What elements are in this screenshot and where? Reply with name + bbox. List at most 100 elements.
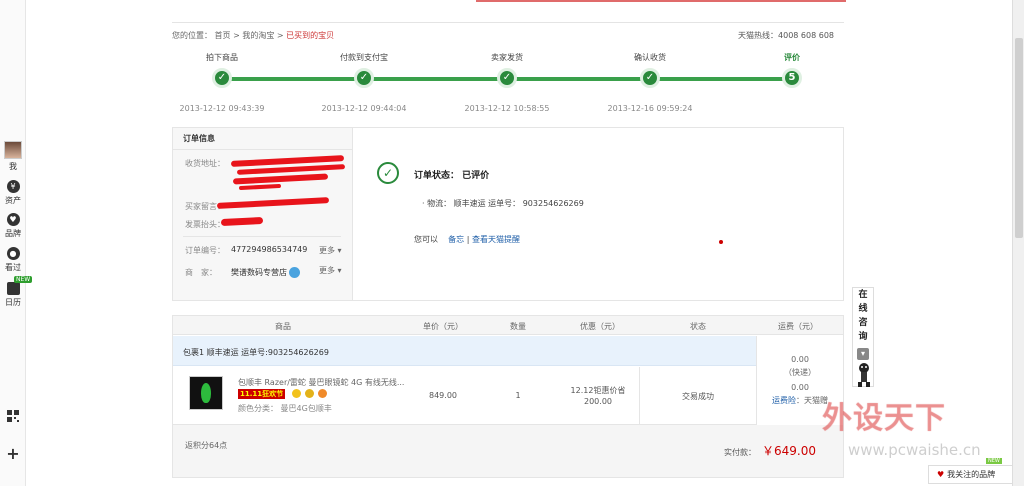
badge-icon [292, 389, 301, 398]
memo-link[interactable]: 备忘 [448, 235, 464, 244]
table-footer: 返积分64点 实付款： ￥649.00 [173, 425, 843, 477]
divider [639, 367, 640, 425]
order-info-title: 订单信息 [173, 128, 352, 150]
product-image[interactable] [189, 376, 223, 410]
table-row: 包顺丰 Razer/雷蛇 曼巴眼镜蛇 4G 有线无线... 11.11狂欢节 颜… [173, 367, 756, 425]
breadcrumb-home[interactable]: 首页 [215, 31, 231, 40]
calendar-icon [6, 282, 20, 295]
discount-note: 12.12钜惠价省 [570, 386, 626, 395]
paid-label: 实付款： [724, 448, 756, 457]
header-divider [172, 22, 844, 23]
col-product: 商品 [275, 322, 291, 331]
step-check-icon: ✓ [640, 68, 660, 88]
divider [183, 236, 341, 237]
red-dot [719, 240, 723, 244]
tmall-reminder-link[interactable]: 查看天猫提醒 [472, 235, 520, 244]
product-sku: 颜色分类： 曼巴4G包顺丰 [238, 404, 332, 413]
step-time-3: 2013-12-12 10:58:55 [464, 104, 550, 113]
followed-brands-button[interactable]: ♥ 我关注的品牌 [928, 465, 1014, 484]
plus-icon: + [6, 444, 20, 463]
step-label-2: 付款到支付宝 [340, 53, 388, 62]
col-status: 状态 [690, 322, 706, 331]
package-row: 包裹1 顺丰速运 运单号:903254626269 [173, 336, 756, 366]
merchant-label: 商 家： [185, 268, 217, 277]
order-no: 477294986534749 [231, 245, 308, 254]
order-progress: 拍下商品 付款到支付宝 卖家发货 确认收货 评价 ✓ ✓ ✓ ✓ 5 2013-… [172, 50, 844, 120]
heart-icon: ♥ [6, 213, 20, 226]
avatar [4, 141, 22, 159]
order-info-panel: 订单信息 收货地址： 买家留言： 发票抬头： 订单编号： 47729498653… [172, 127, 844, 301]
sidebar-item-me[interactable]: 我 [1, 141, 25, 172]
breadcrumb: 您的位置： 首页 > 我的淘宝 > 已买到的宝贝 [172, 31, 335, 40]
qrcode-icon [7, 410, 19, 422]
step-check-icon: ✓ [212, 68, 232, 88]
sidebar-item-assets[interactable]: ¥ 资产 [1, 180, 25, 206]
chat-icon[interactable] [289, 267, 300, 278]
sidebar-item-viewed[interactable]: ● 看过 [1, 247, 25, 273]
new-badge: NEW [986, 458, 1002, 464]
trade-status: 交易成功 [682, 392, 714, 401]
eye-icon: ● [6, 247, 20, 260]
check-circle-icon: ✓ [377, 162, 399, 184]
step-label-5: 评价 [784, 53, 800, 62]
promo-tag: 11.11狂欢节 [238, 389, 286, 399]
scrollbar-thumb[interactable] [1015, 38, 1023, 238]
unit-price: 849.00 [429, 391, 457, 400]
product-name-link[interactable]: 包顺丰 Razer/雷蛇 曼巴眼镜蛇 4G 有线无线... [238, 377, 408, 388]
quantity: 1 [515, 391, 521, 400]
points-info: 返积分64点 [185, 441, 228, 450]
order-no-label: 订单编号： [185, 246, 225, 255]
sidebar-item-brand[interactable]: ♥ 品牌 [1, 213, 25, 239]
step-time-4: 2013-12-16 09:59:24 [607, 104, 693, 113]
order-status: 订单状态： 已评价 [414, 171, 490, 181]
merchant-more-button[interactable]: 更多 ▾ [319, 265, 342, 276]
badge-icon [318, 389, 327, 398]
redacted-message [216, 197, 330, 209]
step-label-4: 确认收货 [634, 53, 666, 62]
watermark-url: www.pcwaishe.cn [848, 441, 981, 459]
actions: 您可以 备忘 | 查看天猫提醒 [414, 235, 520, 244]
redacted-address [232, 173, 329, 185]
breadcrumb-current: 已买到的宝贝 [286, 31, 335, 40]
chevron-down-icon[interactable]: ▾ [857, 348, 869, 360]
sidebar-item-calendar[interactable]: NEW 日历 [1, 276, 33, 308]
order-info: 订单信息 收货地址： 买家留言： 发票抬头： 订单编号： 47729498653… [173, 128, 353, 300]
step-label-3: 卖家发货 [491, 53, 523, 62]
left-sidebar: 我 ¥ 资产 ♥ 品牌 ● 看过 NEW 日历 + [0, 0, 33, 486]
redacted-address [238, 183, 282, 191]
heart-icon: ♥ [937, 470, 945, 479]
hotline: 天猫热线：4008 608 608 [738, 31, 834, 40]
step-check-icon: ✓ [497, 68, 517, 88]
address-label: 收货地址： [185, 159, 225, 168]
merchant-link[interactable]: 樊谱数码专营店 [231, 267, 300, 278]
step-time-2: 2013-12-12 09:44:04 [321, 104, 407, 113]
scrollbar[interactable] [1012, 0, 1024, 486]
top-accent-line [476, 0, 846, 2]
order-items-table: 商品 单价（元） 数量 优惠（元） 状态 运费（元） 包裹1 顺丰速运 运单号:… [172, 315, 844, 478]
table-header: 商品 单价（元） 数量 优惠（元） 状态 运费（元） [173, 316, 843, 335]
plus-button[interactable]: + [1, 444, 25, 463]
yen-icon: ¥ [6, 180, 20, 193]
step-label-1: 拍下商品 [206, 53, 238, 62]
package-info: 包裹1 顺丰速运 运单号:903254626269 [183, 348, 329, 357]
badge-icon [305, 389, 314, 398]
watermark-logo: 外设天下 [822, 401, 946, 436]
col-shipping: 运费（元） [778, 322, 818, 331]
insurance-link[interactable]: 运费险 [772, 396, 796, 405]
breadcrumb-mytaobao[interactable]: 我的淘宝 [242, 31, 274, 40]
redacted-invoice [220, 216, 264, 227]
col-qty: 数量 [510, 322, 526, 331]
order-more-button[interactable]: 更多 ▾ [319, 245, 342, 256]
col-price: 单价（元） [423, 322, 463, 331]
new-badge: NEW [14, 276, 33, 283]
discount-amount: 200.00 [584, 397, 612, 406]
col-discount: 优惠（元） [580, 322, 620, 331]
step-time-1: 2013-12-12 09:43:39 [179, 104, 265, 113]
logistics-info: · 物流： 顺丰速运 运单号： 903254626269 [422, 199, 584, 208]
step-number-icon: 5 [782, 68, 802, 88]
mascot-icon [855, 362, 873, 388]
qrcode-button[interactable] [1, 410, 25, 424]
paid-amount: ￥649.00 [762, 444, 816, 458]
invoice-label: 发票抬头： [185, 220, 225, 229]
step-check-icon: ✓ [354, 68, 374, 88]
